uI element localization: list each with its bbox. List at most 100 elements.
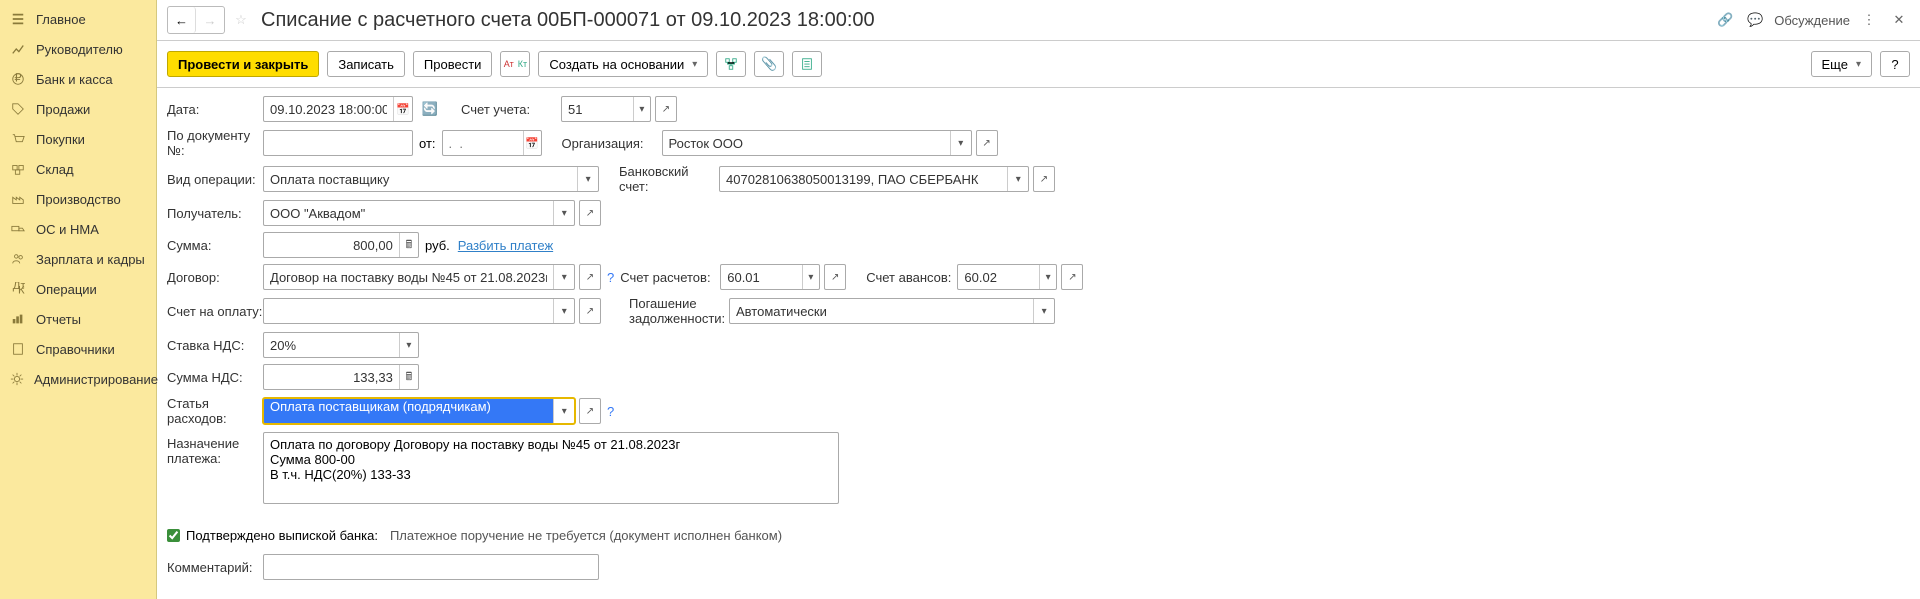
bankacct-ext[interactable] — [1033, 166, 1055, 192]
settle-input[interactable] — [721, 265, 801, 289]
recipient-ext[interactable] — [579, 200, 601, 226]
vatrate-input[interactable] — [264, 333, 399, 357]
org-field[interactable] — [662, 130, 972, 156]
refresh-icon[interactable]: 🔄 — [419, 98, 441, 120]
dropdown-icon[interactable] — [553, 265, 574, 289]
dtkt-button[interactable]: АтКт — [500, 51, 530, 77]
advance-field[interactable] — [957, 264, 1057, 290]
settle-field[interactable] — [720, 264, 820, 290]
calendar-icon[interactable] — [523, 131, 541, 155]
sum-input[interactable] — [264, 233, 399, 257]
dropdown-icon[interactable] — [553, 299, 574, 323]
help-icon[interactable]: ? — [607, 270, 614, 285]
date-field[interactable] — [263, 96, 413, 122]
docno-field[interactable] — [263, 130, 413, 156]
docno-date-input[interactable] — [443, 131, 523, 155]
vatrate-field[interactable] — [263, 332, 419, 358]
expense-input[interactable]: Оплата поставщикам (подрядчикам) — [264, 399, 553, 423]
docno-input[interactable] — [264, 131, 412, 155]
org-input[interactable] — [663, 131, 950, 155]
structure-button[interactable] — [716, 51, 746, 77]
vatsum-field[interactable] — [263, 364, 419, 390]
external-icon[interactable] — [977, 131, 997, 155]
debt-field[interactable] — [729, 298, 1055, 324]
dropdown-icon[interactable] — [1007, 167, 1028, 191]
dropdown-icon[interactable] — [553, 399, 574, 423]
post-button[interactable]: Провести — [413, 51, 493, 77]
optype-field[interactable] — [263, 166, 599, 192]
sidebar-item-main[interactable]: Главное — [0, 4, 156, 34]
external-icon[interactable] — [825, 265, 845, 289]
more-button[interactable]: Еще — [1811, 51, 1872, 77]
create-based-button[interactable]: Создать на основании — [538, 51, 708, 77]
favorite-star-icon[interactable]: ☆ — [231, 12, 251, 28]
advance-ext[interactable] — [1061, 264, 1083, 290]
sum-field[interactable] — [263, 232, 419, 258]
account-ext[interactable] — [655, 96, 677, 122]
dropdown-icon[interactable] — [577, 167, 598, 191]
sidebar-item-production[interactable]: Производство — [0, 184, 156, 214]
comment-input[interactable] — [264, 555, 598, 579]
help-button[interactable]: ? — [1880, 51, 1910, 77]
calculator-icon[interactable] — [399, 365, 418, 389]
list-button[interactable] — [792, 51, 822, 77]
invoice-input[interactable] — [264, 299, 553, 323]
dropdown-icon[interactable] — [1033, 299, 1054, 323]
save-button[interactable]: Записать — [327, 51, 405, 77]
dropdown-icon[interactable] — [950, 131, 971, 155]
sidebar-item-refs[interactable]: Справочники — [0, 334, 156, 364]
sidebar-item-reports[interactable]: Отчеты — [0, 304, 156, 334]
sidebar-item-manager[interactable]: Руководителю — [0, 34, 156, 64]
dropdown-icon[interactable] — [802, 265, 820, 289]
recipient-input[interactable] — [264, 201, 553, 225]
split-payment-link[interactable]: Разбить платеж — [458, 238, 553, 253]
comment-field[interactable] — [263, 554, 599, 580]
external-icon[interactable] — [580, 299, 600, 323]
optype-input[interactable] — [264, 167, 577, 191]
contract-ext[interactable] — [579, 264, 601, 290]
expense-ext[interactable] — [579, 398, 601, 424]
attach-button[interactable]: 📎 — [754, 51, 784, 77]
sidebar-item-salary[interactable]: Зарплата и кадры — [0, 244, 156, 274]
external-icon[interactable] — [1062, 265, 1082, 289]
external-icon[interactable] — [580, 265, 600, 289]
invoice-ext[interactable] — [579, 298, 601, 324]
external-icon[interactable] — [580, 201, 600, 225]
account-input[interactable] — [562, 97, 633, 121]
bankacct-field[interactable] — [719, 166, 1029, 192]
confirmed-checkbox[interactable] — [167, 529, 180, 542]
back-button[interactable]: ← — [168, 7, 196, 33]
org-ext[interactable] — [976, 130, 998, 156]
bankacct-input[interactable] — [720, 167, 1007, 191]
kebab-icon[interactable]: ⋮ — [1858, 9, 1880, 31]
dropdown-icon[interactable] — [633, 97, 650, 121]
close-icon[interactable]: ✕ — [1888, 9, 1910, 31]
settle-ext[interactable] — [824, 264, 846, 290]
dropdown-icon[interactable] — [399, 333, 418, 357]
docno-date-field[interactable] — [442, 130, 542, 156]
sidebar-item-bank[interactable]: ₽ Банк и касса — [0, 64, 156, 94]
post-close-button[interactable]: Провести и закрыть — [167, 51, 319, 77]
calculator-icon[interactable] — [399, 233, 418, 257]
contract-input[interactable] — [264, 265, 553, 289]
sidebar-item-operations[interactable]: ДтКт Операции — [0, 274, 156, 304]
sidebar-item-purchases[interactable]: Покупки — [0, 124, 156, 154]
advance-input[interactable] — [958, 265, 1038, 289]
vatsum-input[interactable] — [264, 365, 399, 389]
calendar-icon[interactable] — [393, 97, 412, 121]
invoice-field[interactable] — [263, 298, 575, 324]
external-icon[interactable] — [580, 399, 600, 423]
sidebar-item-admin[interactable]: Администрирование — [0, 364, 156, 394]
external-icon[interactable] — [1034, 167, 1054, 191]
link-icon[interactable]: 🔗 — [1714, 9, 1736, 31]
dropdown-icon[interactable] — [1039, 265, 1057, 289]
sidebar-item-os[interactable]: ОС и НМА — [0, 214, 156, 244]
account-field[interactable] — [561, 96, 651, 122]
forward-button[interactable]: → — [196, 7, 224, 33]
expense-field[interactable]: Оплата поставщикам (подрядчикам) — [263, 398, 575, 424]
discussion-label[interactable]: Обсуждение — [1774, 13, 1850, 28]
purpose-textarea[interactable] — [263, 432, 839, 504]
debt-input[interactable] — [730, 299, 1033, 323]
sidebar-item-sales[interactable]: Продажи — [0, 94, 156, 124]
contract-field[interactable] — [263, 264, 575, 290]
